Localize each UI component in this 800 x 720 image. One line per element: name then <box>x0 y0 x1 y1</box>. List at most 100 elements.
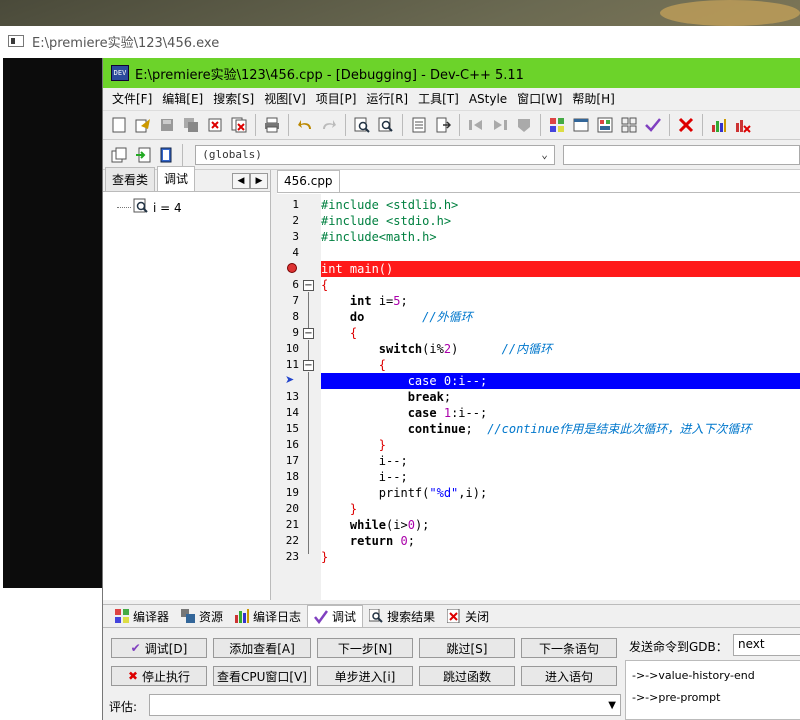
menu-help[interactable]: 帮助[H] <box>567 88 619 110</box>
cpu-window-button[interactable]: 查看CPU窗口[V] <box>213 666 311 686</box>
fold-toggle-icon[interactable]: − <box>303 328 314 339</box>
next-step-button[interactable]: 下一步[N] <box>317 638 413 658</box>
insert-icon[interactable] <box>133 145 153 165</box>
new-file-icon[interactable] <box>109 115 129 135</box>
rebuild-icon[interactable] <box>619 115 639 135</box>
replace-icon[interactable] <box>376 115 396 135</box>
debug-button[interactable]: ✔ 调试[D] <box>111 638 207 658</box>
compile-run-icon[interactable] <box>595 115 615 135</box>
line-number: 1 <box>292 198 299 211</box>
check-icon <box>314 609 329 624</box>
tab-compile-log[interactable]: 编译日志 <box>229 605 307 627</box>
debug-check-icon[interactable] <box>643 115 663 135</box>
delete-profile-icon[interactable] <box>733 115 753 135</box>
tab-debug[interactable]: 调试 <box>157 166 196 191</box>
console-output[interactable] <box>3 58 103 588</box>
function-select[interactable] <box>562 144 800 165</box>
into-statement-button[interactable]: 进入语句 <box>521 666 617 686</box>
fold-toggle-icon[interactable]: − <box>303 360 314 371</box>
skip-button[interactable]: 跳过[S] <box>419 638 515 658</box>
menu-file[interactable]: 文件[F] <box>107 88 157 110</box>
gdb-output[interactable]: ->->value-history-end ->->pre-prompt <box>625 660 800 720</box>
open-file-icon[interactable] <box>133 115 153 135</box>
code-token: ,i); <box>458 486 488 500</box>
toggle-bookmark-icon[interactable] <box>157 145 177 165</box>
profile-icon[interactable] <box>709 115 729 135</box>
menu-project[interactable]: 项目[P] <box>311 88 362 110</box>
menu-window[interactable]: 窗口[W] <box>512 88 567 110</box>
tab-compiler[interactable]: 编译器 <box>109 605 175 627</box>
code-token: int main() <box>321 262 394 276</box>
console-title: E:\premiere实验\123\456.exe <box>32 35 220 51</box>
step-into-button[interactable]: 单步进入[i] <box>317 666 413 686</box>
indent-icon[interactable] <box>466 115 486 135</box>
tab-456-cpp[interactable]: 456.cpp <box>277 170 340 192</box>
fold-line <box>308 340 309 360</box>
redo-icon[interactable] <box>319 115 339 135</box>
tab-debug-panel[interactable]: 调试 <box>307 605 364 627</box>
gdb-output-line: ->->pre-prompt <box>632 691 721 704</box>
tab-search-results[interactable]: 搜索结果 <box>363 605 441 627</box>
fold-toggle-icon[interactable]: − <box>303 280 314 291</box>
scope-select[interactable]: (globals) ⌄ <box>195 144 555 165</box>
close-file-icon[interactable] <box>205 115 225 135</box>
code-editor[interactable]: 456.cpp 1 2 3 4 6 7 8 9 10 11 ➤ 13 14 15… <box>277 170 800 600</box>
code-line: { <box>321 357 800 373</box>
close-all-icon[interactable] <box>229 115 249 135</box>
line-number: 9 <box>292 326 299 339</box>
line-number: 22 <box>285 534 299 547</box>
title-bar[interactable]: DEV E:\premiere实验\123\456.cpp - [Debuggi… <box>103 58 800 88</box>
console-title-bar[interactable]: E:\premiere实验\123\456.exe <box>0 26 800 56</box>
toggle-comment-icon[interactable] <box>514 115 534 135</box>
new-class-icon[interactable] <box>109 145 129 165</box>
code-token: case <box>407 374 437 388</box>
evaluate-input[interactable]: ▼ <box>149 694 621 716</box>
menu-tools[interactable]: 工具[T] <box>413 88 464 110</box>
run-icon[interactable] <box>571 115 591 135</box>
menu-view[interactable]: 视图[V] <box>259 88 311 110</box>
compile-icon[interactable] <box>547 115 567 135</box>
menu-edit[interactable]: 编辑[E] <box>157 88 208 110</box>
tab-close[interactable]: 关闭 <box>441 605 495 627</box>
tab-class-browser[interactable]: 查看类 <box>105 167 156 191</box>
line-number: 2 <box>292 214 299 227</box>
menu-run[interactable]: 运行[R] <box>361 88 413 110</box>
stop-icon[interactable] <box>676 115 696 135</box>
watch-item[interactable]: i = 4 <box>103 192 270 217</box>
skip-function-button[interactable]: 跳过函数 <box>419 666 515 686</box>
save-icon[interactable] <box>157 115 177 135</box>
undo-icon[interactable] <box>295 115 315 135</box>
print-icon[interactable] <box>262 115 282 135</box>
code-line: continue; //continue作用是结束此次循环，进入下次循环 <box>321 421 800 437</box>
code-area[interactable]: #include <stdlib.h> #include <stdio.h> #… <box>321 194 800 600</box>
breakpoint-icon[interactable] <box>287 263 297 273</box>
add-watch-button[interactable]: 添加查看[A] <box>213 638 311 658</box>
code-line: } <box>321 437 800 453</box>
save-all-icon[interactable] <box>181 115 201 135</box>
chevron-down-icon[interactable]: ▼ <box>608 700 616 711</box>
editor-gutter[interactable]: 1 2 3 4 6 7 8 9 10 11 ➤ 13 14 15 16 17 1… <box>277 194 321 600</box>
unindent-icon[interactable] <box>490 115 510 135</box>
tab-prev-icon[interactable]: ◀ <box>232 173 250 189</box>
menu-search[interactable]: 搜索[S] <box>208 88 259 110</box>
goto-line-icon[interactable] <box>409 115 429 135</box>
tab-resources[interactable]: 资源 <box>175 605 229 627</box>
watch-icon <box>133 198 149 217</box>
stop-execution-button[interactable]: ✖ 停止执行 <box>111 666 207 686</box>
tab-next-icon[interactable]: ▶ <box>250 173 268 189</box>
menu-astyle[interactable]: AStyle <box>464 88 512 110</box>
gdb-command-input[interactable]: next <box>733 634 800 656</box>
code-line: i--; <box>321 453 800 469</box>
next-statement-button[interactable]: 下一条语句 <box>521 638 617 658</box>
find-icon[interactable] <box>352 115 372 135</box>
line-number: 17 <box>285 454 299 467</box>
goto-bookmark-icon[interactable] <box>433 115 453 135</box>
code-line: } <box>321 549 800 565</box>
line-number: 15 <box>285 422 299 435</box>
toolbar-separator <box>345 114 346 136</box>
main-toolbar <box>103 110 800 140</box>
